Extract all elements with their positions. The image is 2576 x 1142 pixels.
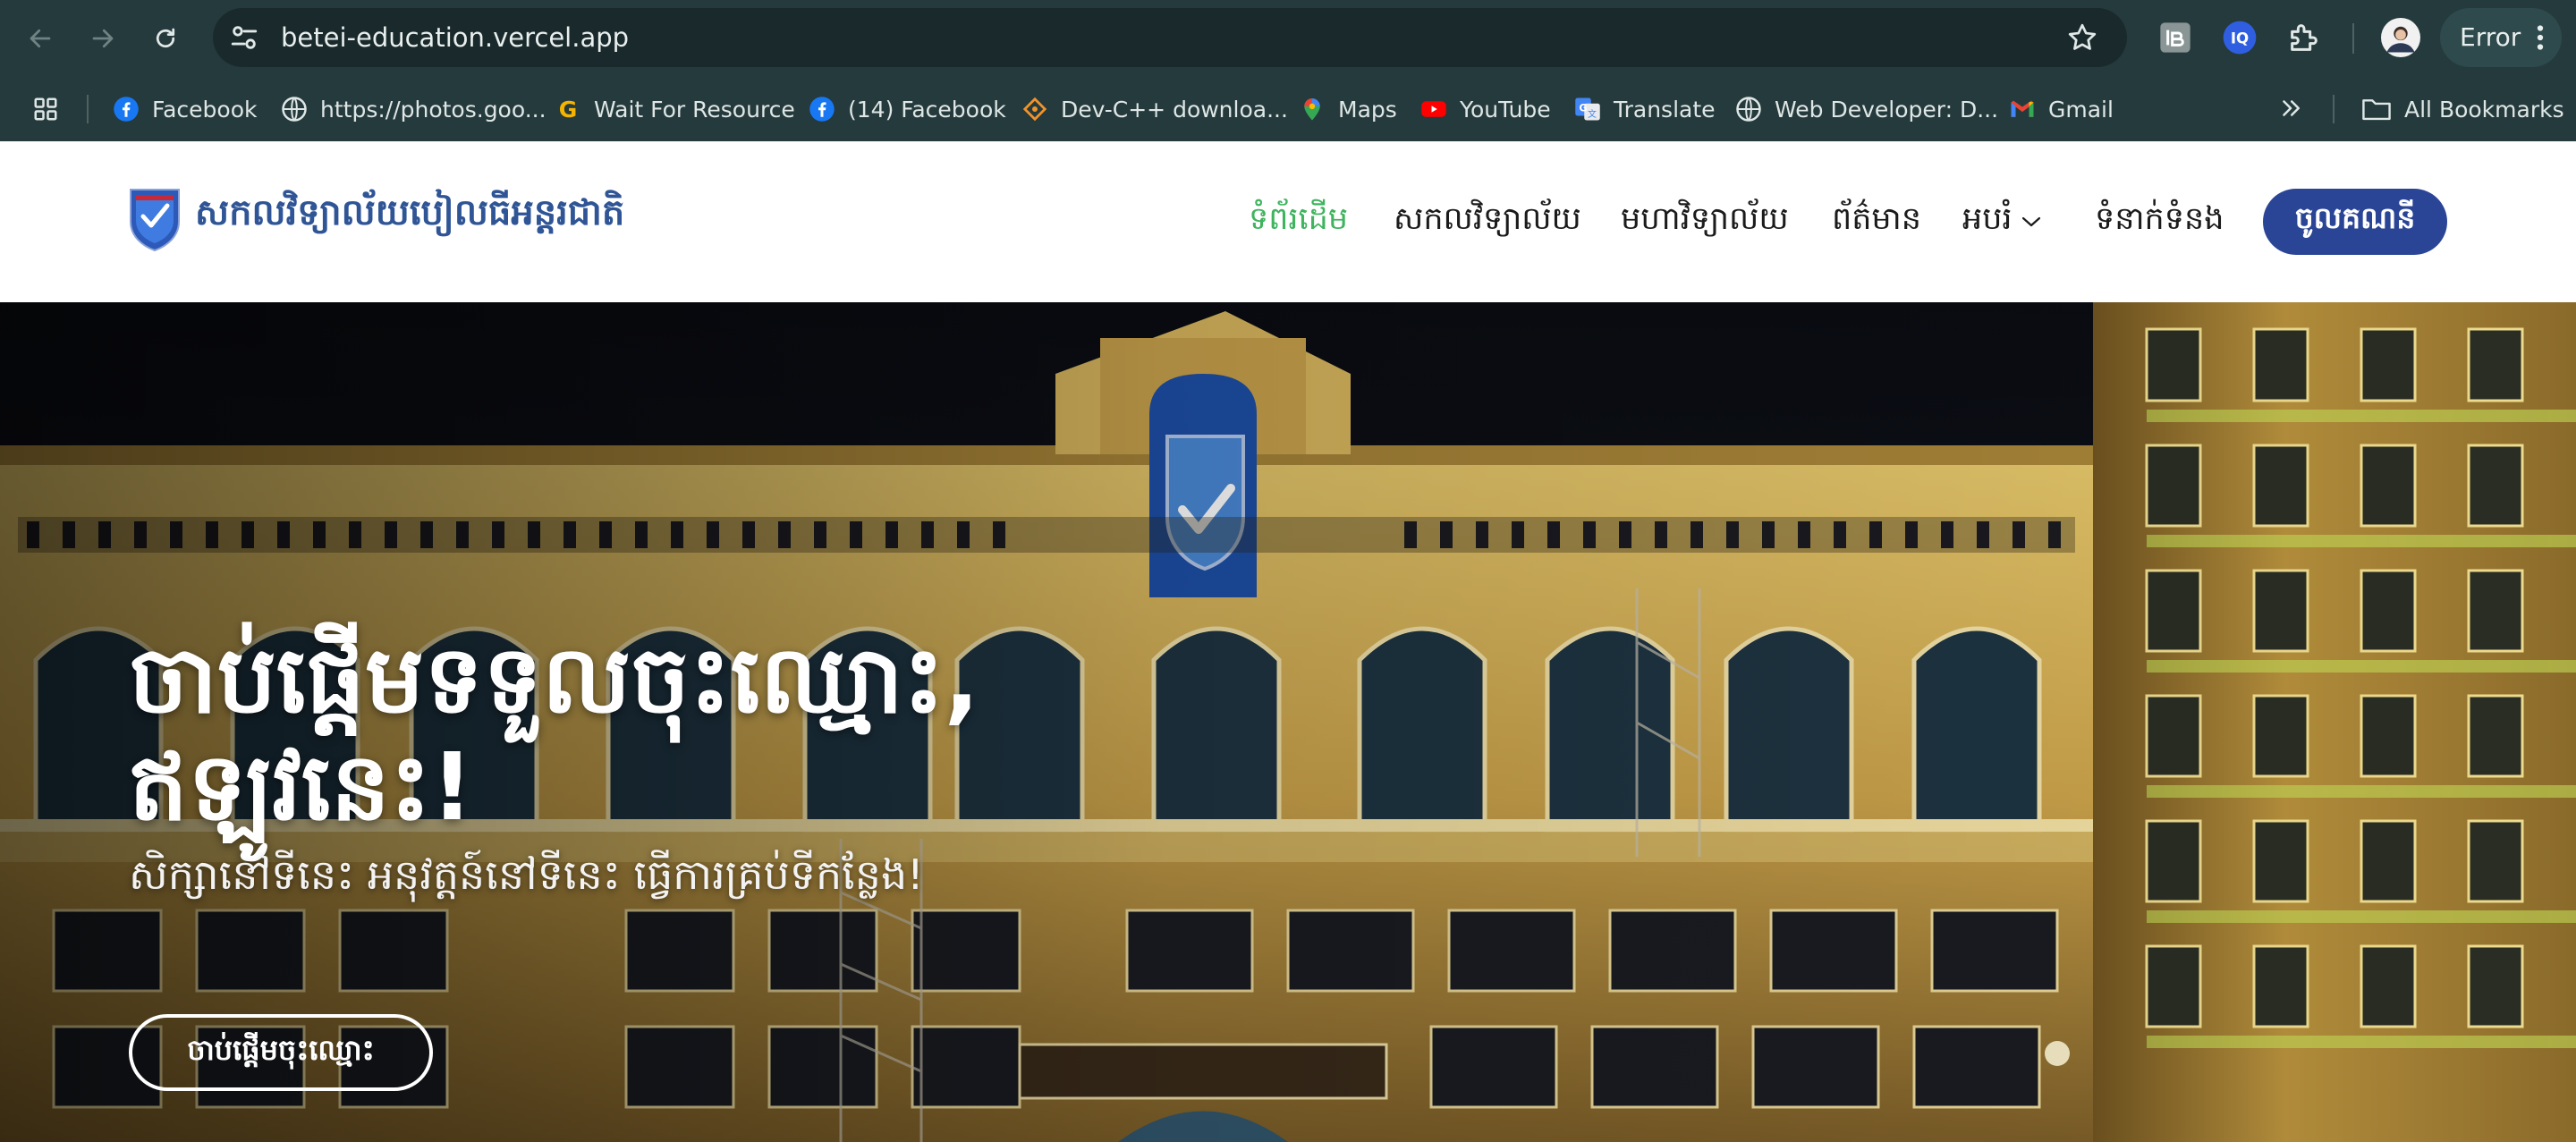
bookmark-translate[interactable]: G文 Translate	[1574, 86, 1716, 132]
browser-chrome: betei-education.vercel.app IQ Error Face…	[0, 0, 2576, 141]
folder-icon	[2362, 99, 2391, 121]
reload-button[interactable]	[147, 20, 184, 57]
login-button[interactable]: ចូលគណនី	[2263, 189, 2447, 255]
error-label: Error	[2460, 22, 2521, 52]
nav-faculty[interactable]: មហាវិទ្យាល័យ	[1621, 141, 1789, 302]
devcpp-icon	[1021, 96, 1048, 123]
globe-icon	[281, 96, 308, 123]
more-menu-icon[interactable]	[2537, 25, 2544, 50]
nav-contact[interactable]: ទំនាក់ទំនង	[2095, 141, 2224, 302]
bookmark-label: Translate	[1614, 96, 1716, 123]
globe-icon	[1735, 96, 1762, 123]
nav-home[interactable]: ទំព័រដើម	[1249, 141, 1348, 302]
back-button[interactable]	[21, 20, 59, 57]
toolbar-divider	[2352, 23, 2354, 54]
facebook-icon	[809, 96, 835, 123]
g-logo-icon: G	[555, 96, 581, 123]
hero-title-line2: ឥឡូវនេះ!	[129, 732, 474, 842]
university-shield-logo[interactable]	[129, 186, 181, 252]
hero-title-line1: ចាប់ផ្តើមទទួលចុះឈ្មោះ,	[129, 625, 980, 734]
bookmark-gmail[interactable]: Gmail	[2009, 86, 2114, 132]
bookmark-label: (14) Facebook	[848, 96, 1006, 123]
svg-text:G: G	[559, 97, 578, 123]
bookmark-youtube[interactable]: YouTube	[1420, 86, 1551, 132]
bookmark-label: Gmail	[2048, 96, 2114, 123]
profile-error-chip[interactable]: Error	[2440, 8, 2562, 67]
chevron-double-right-icon[interactable]	[2277, 95, 2304, 122]
iq-extension-icon[interactable]: IQ	[2222, 20, 2258, 55]
svg-text:文: 文	[1588, 108, 1597, 120]
nav-university[interactable]: សកលវិទ្យាល័យ	[1394, 141, 1581, 302]
youtube-icon	[1420, 96, 1447, 123]
reload-icon	[156, 28, 175, 48]
bookmark-facebook[interactable]: Facebook	[113, 86, 257, 132]
bookmark-devcpp[interactable]: Dev-C++ downloa...	[1021, 86, 1288, 132]
nav-news[interactable]: ព័ត៌មាន	[1832, 141, 1921, 302]
arrow-left-icon	[30, 29, 51, 48]
gmail-icon	[2009, 96, 2036, 123]
nav-education-dropdown[interactable]: អបរំ	[1962, 141, 2041, 302]
maps-icon	[1299, 96, 1326, 123]
tab-extension-icon[interactable]	[2157, 20, 2193, 55]
bookmarks-bar: Facebook https://photos.goo... G Wait Fo…	[0, 86, 2576, 132]
bookmarks-divider	[2333, 95, 2334, 123]
address-bar[interactable]: betei-education.vercel.app	[213, 8, 2127, 67]
hero-subtitle: សិក្សានៅទីនេះ អនុវត្តន៍នៅទីនេះ ធ្វើការគ្…	[129, 850, 924, 899]
hero-title: ចាប់ផ្តើមទទួលចុះឈ្មោះ, ឥឡូវនេះ!	[129, 626, 979, 841]
bookmark-label: Wait For Resource	[594, 96, 795, 123]
profile-avatar[interactable]	[2381, 18, 2420, 57]
forward-button[interactable]	[84, 20, 122, 57]
bookmark-label: Dev-C++ downloa...	[1061, 96, 1288, 123]
register-cta-button[interactable]: ចាប់ផ្តើមចុះឈ្មោះ	[129, 1014, 433, 1091]
all-bookmarks-button[interactable]: All Bookmarks	[2361, 86, 2564, 132]
site-header: សកលវិទ្យាល័យបៀលធីអន្តរជាតិ ទំព័រដើម សកលវ…	[0, 141, 2576, 302]
chevron-down-icon	[2021, 216, 2040, 227]
arrow-right-icon	[92, 29, 114, 48]
bookmark-label: YouTube	[1460, 96, 1551, 123]
apps-grid-icon[interactable]	[32, 96, 59, 123]
bookmark-photos[interactable]: https://photos.goo...	[281, 86, 547, 132]
bookmarks-divider	[87, 95, 89, 123]
bookmark-label: Maps	[1338, 96, 1397, 123]
bookmark-wait-for-resource[interactable]: G Wait For Resource	[555, 86, 795, 132]
url-text[interactable]: betei-education.vercel.app	[281, 8, 629, 67]
bookmark-label: Web Developer: D...	[1775, 96, 1999, 123]
extensions-puzzle-icon[interactable]	[2286, 20, 2322, 55]
facebook-icon	[113, 96, 140, 123]
bookmark-star-icon[interactable]	[2066, 21, 2098, 54]
translate-icon: G文	[1574, 96, 1601, 123]
site-info-icon[interactable]	[229, 22, 259, 53]
bookmark-14-facebook[interactable]: (14) Facebook	[809, 86, 1006, 132]
svg-text:IQ: IQ	[2231, 30, 2249, 47]
hero-section: ចាប់ផ្តើមទទួលចុះឈ្មោះ, ឥឡូវនេះ! សិក្សានៅ…	[0, 302, 2576, 1142]
bookmark-label: Facebook	[152, 96, 258, 123]
university-name[interactable]: សកលវិទ្យាល័យបៀលធីអន្តរជាតិ	[195, 190, 624, 242]
bookmark-maps[interactable]: Maps	[1299, 86, 1397, 132]
svg-text:G: G	[1579, 103, 1587, 114]
nav-education-label: អបរំ	[1962, 200, 2012, 237]
bookmark-label: https://photos.goo...	[320, 96, 547, 123]
all-bookmarks-label: All Bookmarks	[2404, 96, 2564, 123]
bookmark-web-developer[interactable]: Web Developer: D...	[1735, 86, 1998, 132]
